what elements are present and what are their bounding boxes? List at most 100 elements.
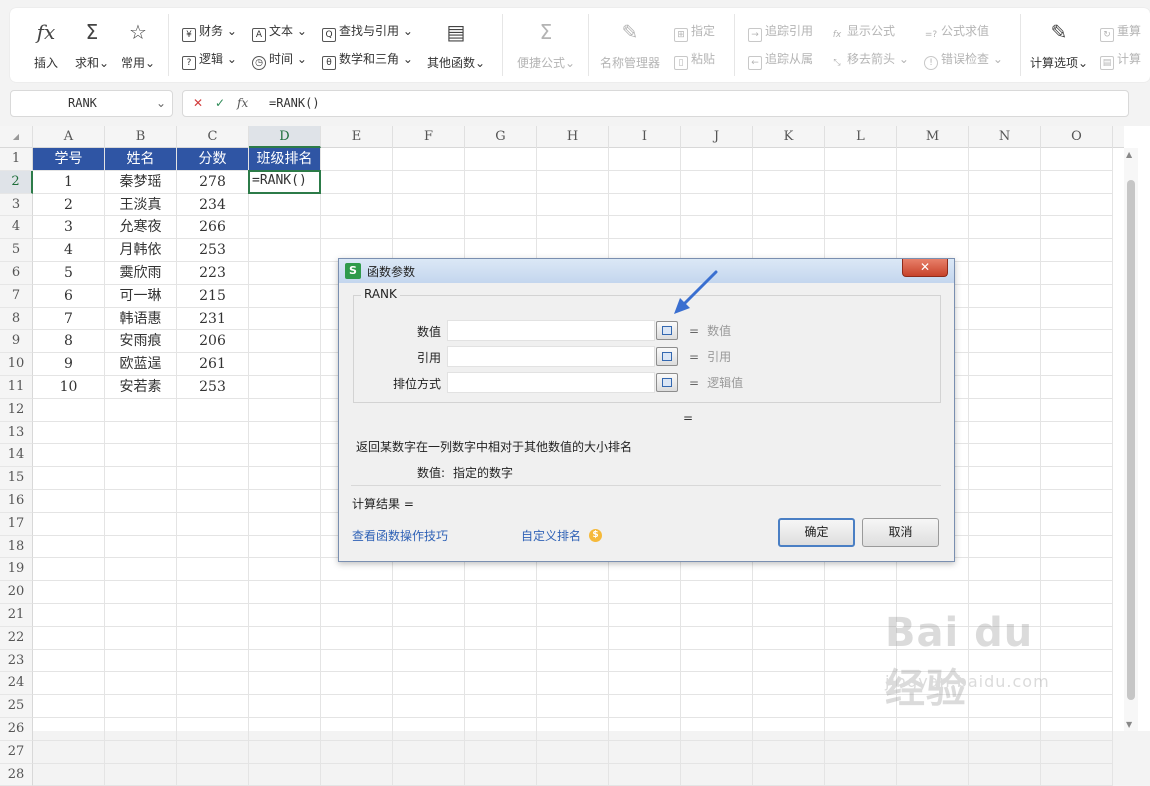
- cell-g23[interactable]: [465, 649, 537, 673]
- cell-o12[interactable]: [1041, 398, 1113, 422]
- cell-a10[interactable]: 9: [33, 353, 105, 376]
- arg-input-order[interactable]: [447, 372, 655, 393]
- cell-h3[interactable]: [537, 193, 609, 217]
- cell-c18[interactable]: [177, 535, 249, 559]
- cell-b15[interactable]: [105, 467, 177, 490]
- cell-g27[interactable]: [465, 740, 537, 764]
- cell-d5[interactable]: [249, 239, 321, 262]
- cell-a28[interactable]: [33, 763, 105, 786]
- cell-h28[interactable]: [537, 763, 609, 786]
- collapse-range-icon[interactable]: [656, 347, 678, 366]
- row-header-12[interactable]: 12: [0, 398, 33, 422]
- arg-input-ref[interactable]: [447, 346, 655, 367]
- cell-k4[interactable]: [753, 216, 825, 240]
- cell-f1[interactable]: [393, 148, 465, 171]
- column-header-f[interactable]: F: [393, 126, 465, 148]
- error-checking-button[interactable]: ! 错误检查 ⌄: [924, 50, 1003, 70]
- cell-b22[interactable]: [105, 626, 177, 650]
- cell-a23[interactable]: [33, 649, 105, 673]
- cell-f22[interactable]: [393, 626, 465, 650]
- dialog-titlebar[interactable]: S 函数参数 ✕: [339, 259, 954, 283]
- cell-n14[interactable]: [969, 444, 1041, 468]
- cell-g21[interactable]: [465, 604, 537, 627]
- cell-k28[interactable]: [753, 763, 825, 786]
- scroll-thumb[interactable]: [1127, 180, 1135, 700]
- cell-n15[interactable]: [969, 467, 1041, 490]
- cell-c4[interactable]: 266: [177, 216, 249, 240]
- cell-c6[interactable]: 223: [177, 262, 249, 285]
- cell-n5[interactable]: [969, 239, 1041, 262]
- cell-k22[interactable]: [753, 626, 825, 650]
- cell-o28[interactable]: [1041, 763, 1113, 786]
- cell-h22[interactable]: [537, 626, 609, 650]
- cell-j23[interactable]: [681, 649, 753, 673]
- cell-n17[interactable]: [969, 512, 1041, 536]
- cell-c28[interactable]: [177, 763, 249, 786]
- cell-c1[interactable]: 分数: [177, 148, 249, 171]
- cell-a17[interactable]: [33, 512, 105, 536]
- cell-d13[interactable]: [249, 421, 321, 445]
- cell-n9[interactable]: [969, 330, 1041, 354]
- cell-g20[interactable]: [465, 581, 537, 604]
- cell-e4[interactable]: [321, 216, 393, 240]
- cell-o5[interactable]: [1041, 239, 1113, 262]
- cell-b20[interactable]: [105, 581, 177, 604]
- cell-j1[interactable]: [681, 148, 753, 171]
- remove-arrows-button[interactable]: ⤡ 移去箭头 ⌄: [830, 50, 909, 68]
- row-header-23[interactable]: 23: [0, 649, 33, 673]
- row-header-25[interactable]: 25: [0, 695, 33, 718]
- cell-a18[interactable]: [33, 535, 105, 559]
- row-header-18[interactable]: 18: [0, 535, 33, 559]
- cell-a8[interactable]: 7: [33, 307, 105, 331]
- row-header-24[interactable]: 24: [0, 672, 33, 696]
- cell-b27[interactable]: [105, 740, 177, 764]
- active-cell-d2[interactable]: =RANK(): [248, 169, 321, 194]
- cell-c14[interactable]: [177, 444, 249, 468]
- cell-h23[interactable]: [537, 649, 609, 673]
- cell-b3[interactable]: 王淡真: [105, 193, 177, 217]
- row-header-16[interactable]: 16: [0, 490, 33, 513]
- row-header-28[interactable]: 28: [0, 763, 33, 786]
- cell-h25[interactable]: [537, 695, 609, 718]
- scroll-down-icon[interactable]: ▼: [1126, 720, 1132, 729]
- column-header-d[interactable]: D: [249, 126, 321, 148]
- cell-c16[interactable]: [177, 490, 249, 513]
- row-header-2[interactable]: 2: [0, 170, 33, 194]
- cell-a13[interactable]: [33, 421, 105, 445]
- cell-c24[interactable]: [177, 672, 249, 696]
- cell-j25[interactable]: [681, 695, 753, 718]
- cell-n4[interactable]: [969, 216, 1041, 240]
- cell-a14[interactable]: [33, 444, 105, 468]
- cell-c20[interactable]: [177, 581, 249, 604]
- column-header-n[interactable]: N: [969, 126, 1041, 148]
- lookup-button[interactable]: Q 查找与引用 ⌄: [322, 22, 413, 42]
- cell-i1[interactable]: [609, 148, 681, 171]
- cell-l26[interactable]: [825, 718, 897, 741]
- cell-k2[interactable]: [753, 170, 825, 194]
- cell-c12[interactable]: [177, 398, 249, 422]
- cell-d18[interactable]: [249, 535, 321, 559]
- cell-a5[interactable]: 4: [33, 239, 105, 262]
- confirm-icon[interactable]: ✓: [215, 91, 225, 116]
- cell-d19[interactable]: [249, 558, 321, 582]
- cell-i24[interactable]: [609, 672, 681, 696]
- cell-e26[interactable]: [321, 718, 393, 741]
- cell-i20[interactable]: [609, 581, 681, 604]
- common-functions-button[interactable]: ☆ 常用⌄: [118, 18, 158, 71]
- cell-j27[interactable]: [681, 740, 753, 764]
- cell-n28[interactable]: [969, 763, 1041, 786]
- cell-m20[interactable]: [897, 581, 969, 604]
- cell-h2[interactable]: [537, 170, 609, 194]
- cell-d6[interactable]: [249, 262, 321, 285]
- cell-l3[interactable]: [825, 193, 897, 217]
- column-header-h[interactable]: H: [537, 126, 609, 148]
- cell-n12[interactable]: [969, 398, 1041, 422]
- cell-d9[interactable]: [249, 330, 321, 354]
- cell-g26[interactable]: [465, 718, 537, 741]
- cell-d20[interactable]: [249, 581, 321, 604]
- cell-m26[interactable]: [897, 718, 969, 741]
- scroll-up-icon[interactable]: ▲: [1126, 150, 1132, 159]
- row-header-11[interactable]: 11: [0, 376, 33, 399]
- cell-g25[interactable]: [465, 695, 537, 718]
- cell-b12[interactable]: [105, 398, 177, 422]
